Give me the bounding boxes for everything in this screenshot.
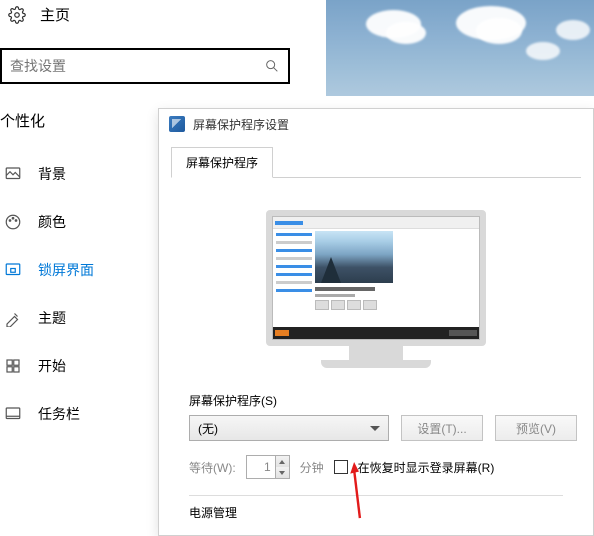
nav-item-lockscreen[interactable]: 锁屏界面 xyxy=(0,246,150,294)
preview-button[interactable]: 预览(V) xyxy=(495,415,577,441)
palette-icon xyxy=(4,213,22,231)
lockscreen-icon xyxy=(4,261,22,279)
tab-strip: 屏幕保护程序 xyxy=(171,147,581,178)
settings-button[interactable]: 设置(T)... xyxy=(401,415,483,441)
dialog-title: 屏幕保护程序设置 xyxy=(193,116,289,133)
wait-value-input[interactable] xyxy=(247,456,275,478)
nav-label: 锁屏界面 xyxy=(38,260,94,280)
screensaver-combo[interactable]: (无) xyxy=(189,415,389,441)
nav-item-colors[interactable]: 颜色 xyxy=(0,198,150,246)
combo-value: (无) xyxy=(198,420,218,437)
dialog-titlebar[interactable]: 屏幕保护程序设置 xyxy=(159,109,593,139)
spin-down[interactable] xyxy=(276,467,289,478)
nav-list: 背景 颜色 锁屏界面 主题 开始 任务栏 xyxy=(0,150,150,438)
nav-item-taskbar[interactable]: 任务栏 xyxy=(0,390,150,438)
divider xyxy=(189,495,563,496)
nav-label: 任务栏 xyxy=(38,404,80,424)
nav-label: 背景 xyxy=(38,164,66,184)
nav-item-background[interactable]: 背景 xyxy=(0,150,150,198)
nav-item-themes[interactable]: 主题 xyxy=(0,294,150,342)
screensaver-group-label: 屏幕保护程序(S) xyxy=(189,392,593,409)
theme-icon xyxy=(4,309,22,327)
chevron-down-icon xyxy=(370,426,380,431)
home-label: 主页 xyxy=(40,4,70,25)
taskbar-icon xyxy=(4,405,22,423)
start-icon xyxy=(4,357,22,375)
wait-unit: 分钟 xyxy=(300,459,324,476)
screensaver-settings-dialog: 屏幕保护程序设置 屏幕保护程序 xyxy=(158,108,594,536)
nav-label: 颜色 xyxy=(38,212,66,232)
nav-item-start[interactable]: 开始 xyxy=(0,342,150,390)
picture-icon xyxy=(4,165,22,183)
gear-icon xyxy=(8,6,26,24)
search-input[interactable] xyxy=(10,58,264,74)
lockscreen-preview xyxy=(326,0,594,96)
power-heading: 电源管理 xyxy=(189,504,593,521)
search-box[interactable] xyxy=(0,48,290,84)
resume-checkbox-label: 在恢复时显示登录屏幕(R) xyxy=(358,459,495,476)
section-title: 个性化 xyxy=(0,110,45,131)
wait-spinner[interactable] xyxy=(246,455,290,479)
monitor-preview xyxy=(159,210,593,368)
wait-label: 等待(W): xyxy=(189,459,236,476)
nav-label: 主题 xyxy=(38,308,66,328)
search-icon xyxy=(264,58,280,74)
spin-up[interactable] xyxy=(276,456,289,467)
tab-screensaver[interactable]: 屏幕保护程序 xyxy=(171,147,273,178)
home-row[interactable]: 主页 xyxy=(0,4,70,25)
nav-label: 开始 xyxy=(38,356,66,376)
screensaver-icon xyxy=(169,116,185,132)
resume-checkbox[interactable] xyxy=(334,460,348,474)
